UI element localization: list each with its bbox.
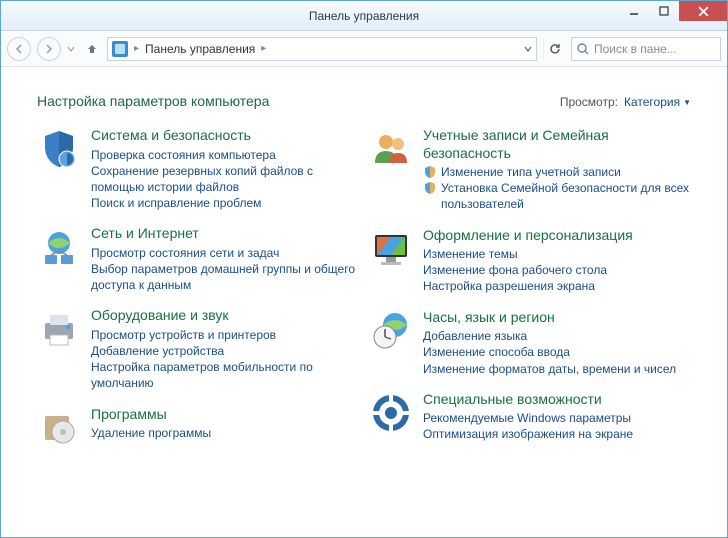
close-button[interactable] — [679, 1, 727, 21]
category-title[interactable]: Система и безопасность — [91, 127, 359, 145]
category-hardware: Оборудование и звук Просмотр устройств и… — [37, 307, 359, 391]
maximize-button[interactable] — [649, 1, 679, 21]
control-panel-icon — [112, 41, 128, 57]
titlebar: Панель управления — [1, 1, 727, 31]
breadcrumb-location[interactable]: Панель управления — [145, 42, 255, 56]
category-link[interactable]: Выбор параметров домашней группы и общег… — [91, 261, 359, 293]
shield-small-icon — [423, 165, 437, 179]
search-placeholder: Поиск в пане... — [594, 42, 677, 56]
category-title[interactable]: Сеть и Интернет — [91, 225, 359, 243]
category-link[interactable]: Установка Семейной безопасности для всех… — [441, 180, 691, 212]
shield-small-icon — [423, 181, 437, 195]
history-dropdown[interactable] — [67, 42, 77, 56]
programs-icon — [37, 406, 81, 450]
category-programs: Программы Удаление программы — [37, 406, 359, 450]
category-link[interactable]: Рекомендуемые Windows параметры — [423, 410, 691, 426]
category-link[interactable]: Изменение типа учетной записи — [441, 164, 621, 180]
chevron-down-icon: ▼ — [683, 98, 691, 107]
accessibility-icon — [369, 391, 413, 435]
view-by-label: Просмотр: — [560, 95, 618, 109]
category-link[interactable]: Сохранение резервных копий файлов с помо… — [91, 163, 359, 195]
category-title[interactable]: Часы, язык и регион — [423, 309, 691, 327]
users-icon — [369, 127, 413, 171]
category-title[interactable]: Оборудование и звук — [91, 307, 359, 325]
view-by: Просмотр: Категория ▼ — [560, 95, 691, 109]
forward-button[interactable] — [37, 37, 61, 61]
shield-icon — [37, 127, 81, 171]
category-link[interactable]: Просмотр состояния сети и задач — [91, 245, 359, 261]
window-controls — [619, 1, 727, 21]
chevron-right-icon[interactable]: ▸ — [259, 43, 268, 54]
category-link[interactable]: Добавление языка — [423, 328, 691, 344]
right-column: Учетные записи и Семейная безопасность И… — [369, 127, 691, 450]
up-button[interactable] — [83, 42, 101, 56]
page-title: Настройка параметров компьютера — [37, 93, 269, 109]
category-link[interactable]: Оптимизация изображения на экране — [423, 426, 691, 442]
view-by-dropdown[interactable]: Категория ▼ — [624, 95, 691, 109]
category-link[interactable]: Изменение форматов даты, времени и чисел — [423, 361, 691, 377]
category-link[interactable]: Изменение способа ввода — [423, 344, 691, 360]
category-link[interactable]: Проверка состояния компьютера — [91, 147, 359, 163]
breadcrumb[interactable]: ▸ Панель управления ▸ — [107, 37, 537, 61]
category-link[interactable]: Настройка параметров мобильности по умол… — [91, 359, 359, 391]
monitor-icon — [369, 227, 413, 271]
search-input[interactable]: Поиск в пане... — [571, 37, 721, 61]
content: Настройка параметров компьютера Просмотр… — [1, 67, 727, 537]
category-accessibility: Специальные возможности Рекомендуемые Wi… — [369, 391, 691, 443]
category-appearance: Оформление и персонализация Изменение те… — [369, 227, 691, 295]
category-link[interactable]: Изменение темы — [423, 246, 691, 262]
category-link[interactable]: Поиск и исправление проблем — [91, 195, 359, 211]
category-link[interactable]: Удаление программы — [91, 425, 359, 441]
search-icon — [576, 42, 590, 56]
category-network: Сеть и Интернет Просмотр состояния сети … — [37, 225, 359, 293]
minimize-button[interactable] — [619, 1, 649, 21]
printer-icon — [37, 307, 81, 351]
category-link[interactable]: Изменение фона рабочего стола — [423, 262, 691, 278]
window-title: Панель управления — [309, 9, 419, 23]
navbar: ▸ Панель управления ▸ Поиск в пане... — [1, 31, 727, 67]
category-link[interactable]: Добавление устройства — [91, 343, 359, 359]
globe-network-icon — [37, 225, 81, 269]
back-button[interactable] — [7, 37, 31, 61]
clock-globe-icon — [369, 309, 413, 353]
category-link[interactable]: Настройка разрешения экрана — [423, 278, 691, 294]
category-system-security: Система и безопасность Проверка состояни… — [37, 127, 359, 211]
category-clock-language: Часы, язык и регион Добавление языка Изм… — [369, 309, 691, 377]
chevron-down-icon[interactable] — [524, 45, 532, 53]
left-column: Система и безопасность Проверка состояни… — [37, 127, 359, 450]
refresh-button[interactable] — [543, 38, 565, 60]
category-title[interactable]: Специальные возможности — [423, 391, 691, 409]
category-title[interactable]: Учетные записи и Семейная безопасность — [423, 127, 691, 162]
chevron-right-icon[interactable]: ▸ — [132, 43, 141, 54]
category-link[interactable]: Просмотр устройств и принтеров — [91, 327, 359, 343]
category-accounts: Учетные записи и Семейная безопасность И… — [369, 127, 691, 213]
category-title[interactable]: Оформление и персонализация — [423, 227, 691, 245]
category-title[interactable]: Программы — [91, 406, 359, 424]
